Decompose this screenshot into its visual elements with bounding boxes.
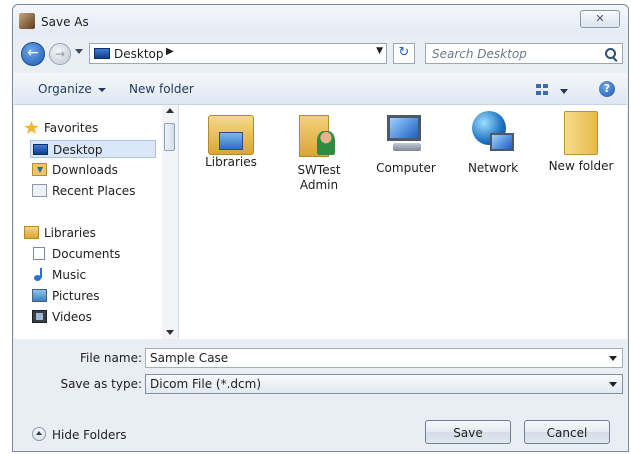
new-folder-button[interactable]: New folder — [129, 82, 194, 96]
user-folder-icon — [299, 111, 339, 159]
list-item-label: New folder — [548, 159, 614, 173]
window-title: Save As — [41, 15, 89, 29]
sidebar-item-label: Desktop — [53, 143, 103, 157]
sidebar-item-label: Videos — [52, 310, 92, 324]
refresh-button[interactable]: ↻ — [393, 43, 415, 64]
address-dropdown-icon[interactable]: ▼ — [376, 46, 383, 56]
save-as-type-label: Save as type: — [60, 377, 142, 391]
organize-button[interactable]: Organize — [38, 82, 106, 96]
list-item-label: SWTest Admin — [297, 163, 341, 192]
list-item-new-folder[interactable]: New folder — [541, 111, 621, 174]
command-toolbar: Organize New folder ? — [14, 73, 627, 105]
chevron-down-icon — [97, 87, 106, 92]
sidebar-item-label: Music — [52, 268, 87, 282]
recent-places-icon — [32, 184, 47, 197]
navigation-pane-scrollbar[interactable] — [162, 105, 178, 339]
scroll-up-icon[interactable] — [166, 108, 174, 113]
documents-icon — [33, 247, 45, 260]
help-icon[interactable]: ? — [599, 81, 615, 97]
change-view-icon[interactable] — [536, 84, 548, 95]
file-list: Libraries SWTest Admin Computer Network … — [179, 105, 627, 339]
list-item-computer[interactable]: Computer — [366, 111, 446, 176]
sidebar-item-documents[interactable]: Documents — [30, 245, 156, 263]
music-icon — [32, 268, 47, 281]
app-icon — [19, 13, 35, 29]
network-icon — [470, 111, 516, 157]
videos-icon — [32, 310, 47, 323]
file-name-input[interactable] — [150, 351, 590, 365]
file-name-label: File name: — [80, 351, 142, 365]
downloads-icon — [32, 163, 47, 176]
sidebar-item-videos[interactable]: Videos — [30, 308, 156, 326]
sidebar-item-favorites[interactable]: Favorites — [22, 119, 152, 137]
sidebar-item-label: Pictures — [52, 289, 100, 303]
back-button[interactable]: ← — [21, 42, 45, 66]
libraries-folder-icon — [208, 115, 254, 155]
pictures-icon — [32, 289, 47, 302]
search-input[interactable] — [432, 46, 592, 61]
navigation-bar: ← → Desktop ▶ ▼ ↻ — [13, 37, 628, 69]
libraries-icon — [24, 226, 39, 239]
sidebar-item-label: Recent Places — [52, 184, 136, 198]
forward-button[interactable]: → — [49, 43, 71, 65]
hide-folders-label: Hide Folders — [52, 428, 127, 442]
sidebar-item-label: Favorites — [44, 121, 99, 135]
search-box[interactable] — [425, 43, 623, 64]
sidebar-item-pictures[interactable]: Pictures — [30, 287, 156, 305]
desktop-icon — [33, 144, 48, 155]
sidebar-item-libraries[interactable]: Libraries — [22, 224, 152, 242]
save-button[interactable]: Save — [425, 420, 511, 444]
sidebar-item-label: Documents — [52, 247, 121, 261]
organize-label: Organize — [38, 82, 92, 96]
navigation-pane: Favorites Desktop Downloads Recent Place… — [14, 105, 179, 339]
list-item-swtest-admin[interactable]: SWTest Admin — [279, 111, 359, 193]
collapse-icon — [32, 427, 46, 441]
view-options-dropdown-icon[interactable] — [560, 89, 568, 94]
save-as-dialog: Save As ✕ ← → Desktop ▶ ▼ ↻ Organize New… — [12, 4, 629, 452]
sidebar-item-recent-places[interactable]: Recent Places — [30, 182, 156, 200]
computer-icon — [383, 111, 429, 157]
chevron-down-icon[interactable] — [609, 382, 617, 387]
chevron-down-icon[interactable] — [609, 356, 617, 361]
address-text[interactable]: Desktop — [114, 47, 164, 61]
search-icon[interactable] — [605, 48, 616, 59]
breadcrumb-separator-icon[interactable]: ▶ — [166, 46, 174, 57]
sidebar-item-label: Downloads — [52, 163, 118, 177]
folder-icon — [564, 111, 598, 155]
recent-pages-dropdown-icon[interactable] — [75, 49, 83, 54]
sidebar-item-desktop[interactable]: Desktop — [30, 140, 156, 158]
sidebar-item-downloads[interactable]: Downloads — [30, 161, 156, 179]
list-item-label: Libraries — [205, 155, 257, 169]
list-item-label: Network — [467, 161, 519, 175]
desktop-icon — [94, 48, 110, 59]
save-options-area: File name: Save as type: Dicom File (*.d… — [14, 340, 627, 451]
sidebar-item-music[interactable]: Music — [30, 266, 156, 284]
scroll-down-icon[interactable] — [166, 330, 174, 335]
scrollbar-thumb[interactable] — [164, 123, 175, 151]
cancel-button[interactable]: Cancel — [524, 420, 610, 444]
star-icon — [24, 121, 39, 134]
close-button[interactable]: ✕ — [580, 10, 620, 28]
title-bar: Save As ✕ — [13, 5, 628, 35]
list-item-libraries[interactable]: Libraries — [191, 111, 271, 170]
save-as-type-select[interactable]: Dicom File (*.dcm) — [145, 374, 623, 394]
sidebar-item-label: Libraries — [44, 226, 96, 240]
save-as-type-value: Dicom File (*.dcm) — [150, 377, 261, 391]
list-item-network[interactable]: Network — [453, 111, 533, 176]
address-bar[interactable]: Desktop ▶ ▼ — [89, 43, 387, 64]
list-item-label: Computer — [376, 161, 436, 175]
file-name-field[interactable] — [145, 348, 623, 368]
